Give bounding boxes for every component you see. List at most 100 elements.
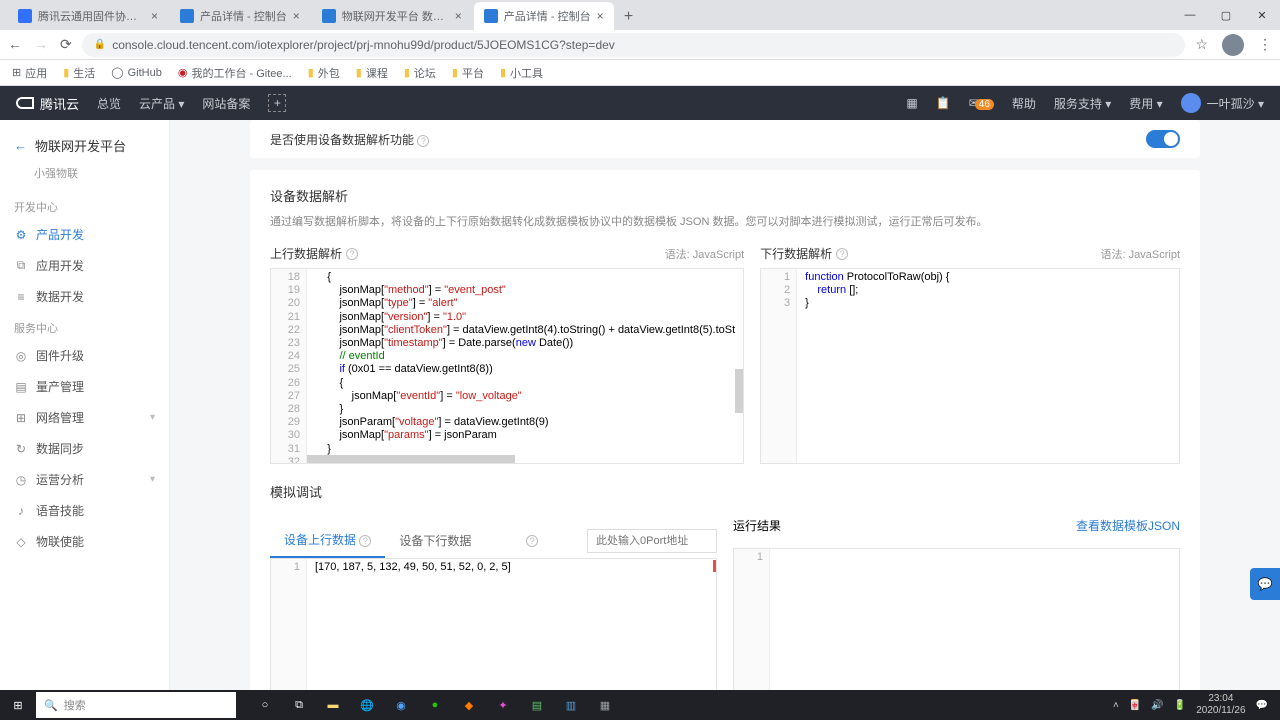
close-button[interactable]: ✕ (1244, 0, 1280, 30)
close-icon[interactable]: × (597, 9, 604, 23)
cortana-icon[interactable]: ○ (248, 690, 282, 720)
section-desc: 通过编写数据解析脚本，将设备的上下行原始数据转化成数据模板协议中的数据模板 JS… (270, 213, 1180, 229)
taskview-icon[interactable]: ⧉ (282, 690, 316, 720)
battery-icon[interactable]: 🔋 (1174, 700, 1186, 711)
reload-icon[interactable]: ⟳ (60, 36, 72, 53)
section-title: 设备数据解析 (270, 186, 1180, 205)
taskbar-clock[interactable]: 23:04 2020/11/26 (1196, 693, 1245, 717)
back-icon[interactable]: ← (14, 138, 27, 153)
bookmark-item[interactable]: ▮论坛 (404, 65, 436, 81)
url-input[interactable]: 🔒 console.cloud.tencent.com/iotexplorer/… (82, 33, 1186, 57)
windows-taskbar: ⊞ 🔍 搜索 ○ ⧉ ▬ 🌐 ◉ ● ◆ ✦ ▤ ▥ ▦ ˄ 🀄 🔊 🔋 23:… (0, 690, 1280, 720)
star-icon[interactable]: ☆ (1195, 36, 1208, 53)
chevron-down-icon: ▾ (150, 412, 155, 423)
info-icon[interactable]: ? (836, 248, 848, 260)
new-tab-button[interactable]: + (616, 4, 642, 30)
url-text: console.cloud.tencent.com/iotexplorer/pr… (112, 38, 615, 52)
forward-icon[interactable]: → (34, 36, 48, 53)
result-title: 运行结果 (733, 517, 781, 534)
back-icon[interactable]: ← (8, 36, 22, 53)
nav-beian[interactable]: 网站备案 (202, 95, 250, 112)
tencent-logo[interactable]: 腾讯云 (16, 94, 79, 113)
sidebar-item-voice[interactable]: ♪语音技能 (0, 495, 169, 526)
close-icon[interactable]: × (455, 9, 462, 23)
browser-tab-0[interactable]: 腾讯云通用固件协议V1.0 - 飞书 × (8, 2, 168, 30)
v-scrollbar[interactable] (735, 369, 743, 413)
tab-device-up[interactable]: 设备上行数据 ? (270, 523, 385, 558)
tray-chevron-icon[interactable]: ˄ (1113, 700, 1119, 711)
taskbar-search[interactable]: 🔍 搜索 (36, 692, 236, 718)
explorer-icon[interactable]: ▬ (316, 690, 350, 720)
add-nav-button[interactable]: + (268, 94, 286, 112)
chrome-icon[interactable]: 🌐 (350, 690, 384, 720)
view-json-link[interactable]: 查看数据模板JSON (1076, 517, 1180, 534)
info-icon[interactable]: ? (359, 535, 371, 547)
lock-icon: 🔒 (94, 39, 106, 50)
minimize-button[interactable]: — (1172, 0, 1208, 30)
ime-icon[interactable]: 🀄 (1129, 700, 1141, 711)
close-icon[interactable]: × (293, 9, 300, 23)
browser-tab-2[interactable]: 物联网开发平台 数据模板协议 - × (312, 2, 472, 30)
help-link[interactable]: 帮助 (1012, 95, 1036, 112)
doc-icon[interactable]: 📋 (936, 96, 951, 110)
bookmark-item[interactable]: ▮平台 (452, 65, 484, 81)
window-controls: — ▢ ✕ (1172, 0, 1280, 30)
sidebar-item-firmware[interactable]: ◎固件升级 (0, 340, 169, 371)
sidebar-item-iot-enable[interactable]: ◇物联使能 (0, 526, 169, 557)
h-scrollbar[interactable] (307, 455, 515, 463)
down-parser-editor[interactable]: 1 2 3 function ProtocolToRaw(obj) { retu… (760, 268, 1180, 464)
browser-tab-3[interactable]: 产品详情 - 控制台 × (474, 2, 614, 30)
project-name[interactable]: 小强物联 (0, 161, 169, 191)
tab-device-down[interactable]: 设备下行数据 (385, 524, 485, 557)
sidebar-item-analytics[interactable]: ◷运营分析▾ (0, 464, 169, 495)
app-icon[interactable]: ◉ (384, 690, 418, 720)
volume-icon[interactable]: 🔊 (1151, 700, 1163, 711)
bookmark-item[interactable]: ◉ 我的工作台 - Gitee... (178, 65, 292, 81)
info-icon[interactable]: ? (526, 535, 538, 547)
app-icon[interactable]: ▤ (520, 690, 554, 720)
nav-products[interactable]: 云产品 ▾ (139, 95, 184, 112)
sidebar-title[interactable]: ← 物联网开发平台 (0, 130, 169, 161)
maximize-button[interactable]: ▢ (1208, 0, 1244, 30)
up-parser-editor[interactable]: 18 19 20 21 22 23 24 25 26 27 28 29 30 3… (270, 268, 744, 464)
nav-overview[interactable]: 总览 (97, 95, 121, 112)
apps-icon[interactable]: ▦ (906, 96, 917, 110)
bookmarks-bar: ⊞ 应用 ▮生活 ◯ GitHub ◉ 我的工作台 - Gitee... ▮外包… (0, 60, 1280, 86)
sidebar-item-product-dev[interactable]: ⚙产品开发 (0, 219, 169, 250)
chat-fab[interactable]: 💬 (1250, 568, 1280, 600)
parse-toggle[interactable] (1146, 130, 1180, 148)
menu-icon[interactable]: ⋮ (1258, 36, 1272, 53)
info-icon[interactable]: ? (417, 135, 429, 147)
sidebar-item-app-dev[interactable]: ⧉应用开发 (0, 250, 169, 281)
bookmark-item[interactable]: ▮生活 (63, 65, 95, 81)
app-icon[interactable]: ▦ (588, 690, 622, 720)
sidebar-item-network[interactable]: ⊞网络管理▾ (0, 402, 169, 433)
billing-link[interactable]: 费用 ▾ (1129, 95, 1162, 112)
apps-button[interactable]: ⊞ 应用 (12, 65, 47, 81)
profile-avatar[interactable] (1222, 34, 1244, 56)
avatar (1181, 93, 1201, 113)
start-button[interactable]: ⊞ (0, 690, 36, 720)
mail-icon[interactable]: ✉46 (969, 96, 994, 110)
port-input[interactable] (587, 529, 717, 553)
user-menu[interactable]: 一叶孤沙 ▾ (1181, 93, 1264, 113)
sidebar: ← 物联网开发平台 小强物联 开发中心 ⚙产品开发 ⧉应用开发 ≡数据开发 服务… (0, 120, 170, 720)
bookmark-item[interactable]: ▮课程 (356, 65, 388, 81)
info-icon[interactable]: ? (346, 248, 358, 260)
bookmark-item[interactable]: ▮小工具 (500, 65, 543, 81)
sidebar-section: 开发中心 (0, 191, 169, 219)
app-icon[interactable]: ✦ (486, 690, 520, 720)
notifications-icon[interactable]: 💬 (1256, 700, 1268, 711)
sidebar-item-datasync[interactable]: ↻数据同步 (0, 433, 169, 464)
wechat-icon[interactable]: ● (418, 690, 452, 720)
bookmark-item[interactable]: ▮外包 (308, 65, 340, 81)
browser-tab-1[interactable]: 产品详情 - 控制台 × (170, 2, 310, 30)
support-link[interactable]: 服务支持 ▾ (1054, 95, 1111, 112)
close-icon[interactable]: × (151, 9, 158, 23)
app-icon[interactable]: ◆ (452, 690, 486, 720)
cloud-header: 腾讯云 总览 云产品 ▾ 网站备案 + ▦ 📋 ✉46 帮助 服务支持 ▾ 费用… (0, 86, 1280, 120)
sidebar-item-data-dev[interactable]: ≡数据开发 (0, 281, 169, 312)
bookmark-item[interactable]: ◯ GitHub (111, 66, 162, 79)
sidebar-item-production[interactable]: ▤量产管理 (0, 371, 169, 402)
app-icon[interactable]: ▥ (554, 690, 588, 720)
